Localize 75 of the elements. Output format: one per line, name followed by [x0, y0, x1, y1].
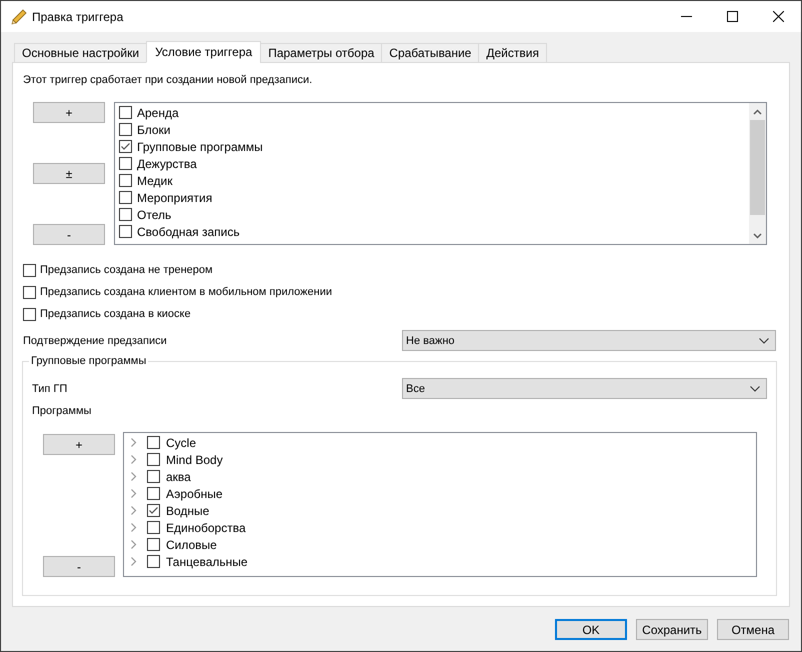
list-item-label[interactable]: Групповые программы [137, 140, 263, 154]
window-title: Правка триггера [32, 10, 124, 24]
group-title: Групповые программы [30, 354, 148, 368]
chevron-right-icon[interactable] [130, 472, 137, 481]
tree-item-label[interactable]: Cycle [166, 436, 196, 450]
checkbox[interactable] [119, 174, 132, 187]
pencil-icon [11, 8, 27, 24]
checkbox-label[interactable]: Предзапись создана не тренером [40, 264, 213, 276]
chevron-right-icon[interactable] [130, 455, 137, 464]
checkbox[interactable] [147, 453, 160, 466]
checkbox[interactable] [119, 123, 132, 136]
checkbox[interactable] [23, 308, 36, 320]
list-item-label[interactable]: Медик [137, 174, 172, 188]
chevron-right-icon[interactable] [130, 489, 137, 498]
checkbox[interactable] [147, 487, 160, 500]
checkbox[interactable] [119, 106, 132, 119]
checkbox-label[interactable]: Предзапись создана клиентом в мобильном приложении [40, 286, 332, 298]
list-item-label[interactable]: Блоки [137, 122, 171, 136]
chevron-right-icon[interactable] [130, 540, 137, 549]
checkbox-label[interactable]: Предзапись создана в киоске [40, 308, 191, 320]
description-text: Этот триггер сработает при создании новой предзаписи. [23, 73, 312, 87]
scroll-down-icon[interactable] [753, 233, 762, 239]
tree-item-label[interactable]: Танцевальные [166, 554, 248, 568]
tree-item-label[interactable]: аква [166, 470, 191, 484]
tree-item-label[interactable]: Водные [166, 504, 210, 518]
confirmation-dropdown[interactable]: Не важно [402, 330, 776, 351]
chevron-down-icon [750, 386, 760, 392]
tree-item-label[interactable]: Единоборства [166, 520, 246, 534]
scrollbar-thumb[interactable] [750, 120, 765, 215]
save-button[interactable]: Сохранить [636, 619, 708, 640]
add-button[interactable]: + [43, 434, 115, 455]
chevron-right-icon[interactable] [130, 438, 137, 447]
tree-item-label[interactable]: Силовые [166, 538, 217, 552]
checkbox[interactable] [147, 504, 160, 517]
checkbox[interactable] [23, 286, 36, 298]
list-item-label[interactable]: Мероприятия [137, 190, 212, 204]
checkbox[interactable] [23, 264, 36, 276]
scroll-up-icon[interactable] [753, 109, 762, 115]
scrollbar[interactable] [749, 103, 766, 244]
chevron-right-icon[interactable] [130, 557, 137, 566]
toggle-button[interactable]: ± [33, 163, 105, 184]
checkbox[interactable] [147, 538, 160, 551]
type-dropdown[interactable]: Все [402, 378, 767, 399]
chevron-right-icon[interactable] [130, 523, 137, 532]
chevron-right-icon[interactable] [130, 506, 137, 515]
field-label: Программы [32, 404, 92, 418]
cancel-button[interactable]: Отмена [717, 619, 789, 640]
chevron-down-icon [759, 338, 769, 344]
remove-button[interactable]: - [43, 556, 115, 577]
field-label: Тип ГП [32, 382, 68, 394]
field-label: Подтверждение предзаписи [23, 334, 168, 346]
list-item-label[interactable]: Дежурства [137, 156, 197, 170]
list-item-label[interactable]: Аренда [137, 106, 179, 120]
checkbox[interactable] [147, 436, 160, 449]
tab[interactable]: Условие триггера [146, 41, 262, 63]
tree-item-label[interactable]: Аэробные [166, 486, 223, 500]
checkbox[interactable] [119, 225, 132, 238]
checkbox[interactable] [119, 140, 132, 153]
close-icon[interactable] [772, 11, 784, 22]
tab[interactable]: Основные настройки [14, 43, 148, 63]
checkbox[interactable] [147, 555, 160, 568]
checkbox[interactable] [147, 470, 160, 483]
list-item-label[interactable]: Свободная запись [137, 224, 240, 238]
remove-button[interactable]: - [33, 224, 105, 245]
checkbox[interactable] [119, 191, 132, 204]
tab[interactable]: Действия [478, 43, 547, 63]
checkbox[interactable] [119, 157, 132, 170]
tab[interactable]: Параметры отбора [260, 43, 382, 63]
ok-button[interactable]: OK [555, 619, 627, 640]
list-item-label[interactable]: Отель [137, 208, 172, 222]
checkbox[interactable] [147, 521, 160, 534]
checkbox[interactable] [119, 208, 132, 221]
add-button[interactable]: + [33, 102, 105, 123]
tree-item-label[interactable]: Mind Body [166, 452, 223, 466]
maximize-icon[interactable] [726, 11, 738, 22]
